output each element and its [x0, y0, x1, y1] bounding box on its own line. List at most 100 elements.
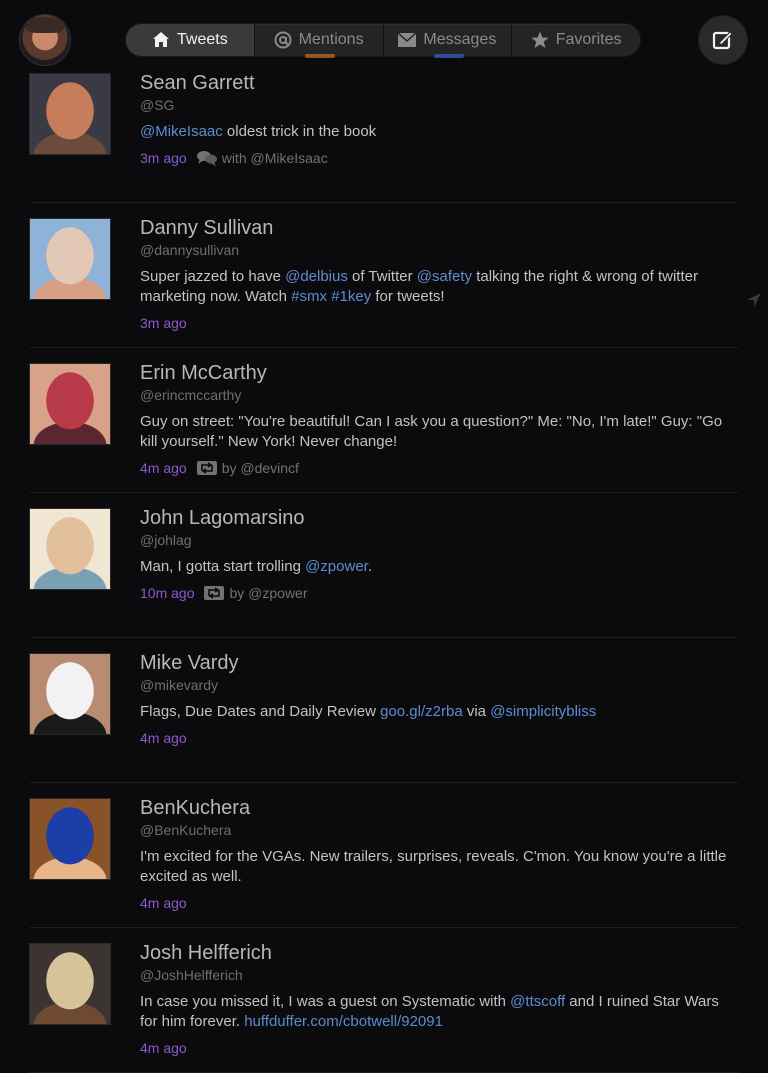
author-handle: @JoshHelfferich — [140, 967, 243, 983]
conversation-icon — [196, 150, 217, 166]
tweet-row[interactable]: John Lagomarsino @johlag Man, I gotta st… — [0, 493, 768, 638]
unread-indicator — [305, 54, 335, 58]
tweet-timestamp[interactable]: 3m ago — [140, 149, 187, 167]
tweet-content: John Lagomarsino @johlag Man, I gotta st… — [140, 506, 740, 602]
author-name[interactable]: Josh Helfferich — [140, 941, 740, 965]
compose-icon — [712, 31, 733, 50]
tweet-context-label: by @devincf — [221, 460, 299, 476]
tweet-text-segment: Man, I gotta start trolling — [140, 558, 306, 575]
retweet-icon — [204, 586, 225, 600]
profile-picture[interactable] — [30, 944, 110, 1024]
tweet-meta: 4m ago — [140, 1039, 740, 1057]
tweet-text-segment: . — [367, 558, 373, 575]
at-icon — [274, 31, 292, 49]
tweet-text-segment: Guy on street: "You're beautiful! Can I … — [140, 413, 723, 450]
tweet-content: BenKuchera @BenKuchera I'm excited for t… — [140, 796, 740, 912]
author-name[interactable]: Danny Sullivan — [140, 216, 740, 240]
tweet-content: Sean Garrett @SG @MikeIsaac oldest trick… — [140, 71, 740, 167]
tweet-content: Mike Vardy @mikevardy Flags, Due Dates a… — [140, 651, 740, 747]
tweet-text-segment: I'm excited for the VGAs. New trailers, … — [140, 848, 727, 885]
author-handle: @erincmccarthy — [140, 387, 242, 403]
tweet-list: Sean Garrett @SG @MikeIsaac oldest trick… — [0, 58, 768, 1073]
tweet-row[interactable]: Sean Garrett @SG @MikeIsaac oldest trick… — [0, 58, 768, 203]
tab-messages[interactable]: Messages — [382, 24, 512, 56]
tweet-timestamp[interactable]: 10m ago — [140, 584, 194, 602]
compose-button[interactable] — [699, 16, 747, 64]
author-name[interactable]: BenKuchera — [140, 796, 740, 820]
tweet-text-segment: of Twitter — [347, 268, 417, 285]
tweet-text-segment: via — [462, 703, 491, 720]
tweet-context-label: with @MikeIsaac — [221, 150, 328, 166]
tweet-row[interactable]: Josh Helfferich @JoshHelfferich In case … — [0, 928, 768, 1073]
profile-picture[interactable] — [30, 654, 110, 734]
tweet-timestamp[interactable]: 3m ago — [140, 314, 187, 332]
tweet-text: In case you missed it, I was a guest on … — [140, 992, 740, 1032]
author-name[interactable]: Sean Garrett — [140, 71, 740, 95]
tweet-row[interactable]: Danny Sullivan @dannysullivan Super jazz… — [0, 203, 768, 348]
tweet-link[interactable]: @safety — [417, 268, 472, 285]
tab-favorites[interactable]: Favorites — [511, 24, 640, 56]
tweet-context[interactable]: with @MikeIsaac — [196, 149, 328, 167]
profile-picture[interactable] — [30, 509, 110, 589]
tweet-timestamp[interactable]: 4m ago — [140, 459, 187, 477]
tweet-context[interactable]: by @devincf — [196, 459, 299, 477]
author-name[interactable]: John Lagomarsino — [140, 506, 740, 530]
profile-picture[interactable] — [30, 799, 110, 879]
tweet-text: @MikeIsaac oldest trick in the book — [140, 122, 740, 142]
tweet-text: Super jazzed to have @delbius of Twitter… — [140, 267, 740, 307]
home-icon — [153, 32, 170, 47]
tab-tweets[interactable]: Tweets — [126, 24, 254, 56]
tweet-text-segment: In case you missed it, I was a guest on … — [140, 993, 511, 1010]
tweet-link[interactable]: #1key — [331, 288, 371, 305]
tweet-link[interactable]: @MikeIsaac — [140, 123, 223, 140]
tab-mentions[interactable]: Mentions — [253, 24, 383, 56]
author-handle: @johlag — [140, 532, 192, 548]
tweet-text-segment: Flags, Due Dates and Daily Review — [140, 703, 381, 720]
tweet-link[interactable]: @simplicitybliss — [490, 703, 596, 720]
tweet-text: Man, I gotta start trolling @zpower. — [140, 557, 740, 577]
location-arrow-icon — [747, 293, 761, 307]
top-bar: Tweets Mentions Messages Favorites — [0, 0, 768, 66]
tweet-context[interactable]: by @zpower — [204, 584, 308, 602]
retweet-icon — [196, 461, 217, 475]
tweet-row[interactable]: BenKuchera @BenKuchera I'm excited for t… — [0, 783, 768, 928]
tweet-context-label: by @zpower — [229, 585, 308, 601]
author-name[interactable]: Erin McCarthy — [140, 361, 740, 385]
author-handle: @BenKuchera — [140, 822, 232, 838]
tweet-link[interactable]: huffduffer.com/cbotwell/92091 — [244, 1013, 443, 1030]
tweet-link[interactable]: @ttscoff — [510, 993, 565, 1010]
tweet-link[interactable]: @delbius — [285, 268, 348, 285]
tweet-meta: 4m ago — [140, 894, 740, 912]
tweet-meta: 10m ago by @zpower — [140, 584, 740, 602]
author-handle: @mikevardy — [140, 677, 219, 693]
tweet-row[interactable]: Erin McCarthy @erincmccarthy Guy on stre… — [0, 348, 768, 493]
profile-picture[interactable] — [30, 364, 110, 444]
tweet-link[interactable]: goo.gl/z2rba — [380, 703, 463, 720]
star-icon — [531, 31, 549, 48]
author-handle: @dannysullivan — [140, 242, 240, 258]
tab-label: Mentions — [298, 31, 364, 48]
tweet-meta: 3m ago — [140, 314, 740, 332]
tweet-content: Erin McCarthy @erincmccarthy Guy on stre… — [140, 361, 740, 477]
tweet-meta: 3m ago with @MikeIsaac — [140, 149, 740, 167]
tweet-text: I'm excited for the VGAs. New trailers, … — [140, 847, 740, 887]
tweet-timestamp[interactable]: 4m ago — [140, 1039, 187, 1057]
tweet-meta: 4m ago — [140, 729, 740, 747]
author-name[interactable]: Mike Vardy — [140, 651, 740, 675]
tweet-text: Guy on street: "You're beautiful! Can I … — [140, 412, 740, 452]
tweet-text: Flags, Due Dates and Daily Review goo.gl… — [140, 702, 740, 722]
tab-label: Favorites — [555, 31, 622, 48]
author-handle: @SG — [140, 97, 175, 113]
tweet-link[interactable]: #smx — [291, 288, 327, 305]
tweet-link[interactable]: @zpower — [305, 558, 368, 575]
user-avatar[interactable] — [20, 15, 70, 65]
profile-picture[interactable] — [30, 74, 110, 154]
tweet-timestamp[interactable]: 4m ago — [140, 729, 187, 747]
tweet-text-segment: for tweets! — [371, 288, 445, 305]
tweet-timestamp[interactable]: 4m ago — [140, 894, 187, 912]
tweet-row[interactable]: Mike Vardy @mikevardy Flags, Due Dates a… — [0, 638, 768, 783]
tweet-content: Josh Helfferich @JoshHelfferich In case … — [140, 941, 740, 1057]
profile-picture[interactable] — [30, 219, 110, 299]
tab-label: Messages — [423, 31, 497, 48]
envelope-icon — [398, 33, 417, 47]
